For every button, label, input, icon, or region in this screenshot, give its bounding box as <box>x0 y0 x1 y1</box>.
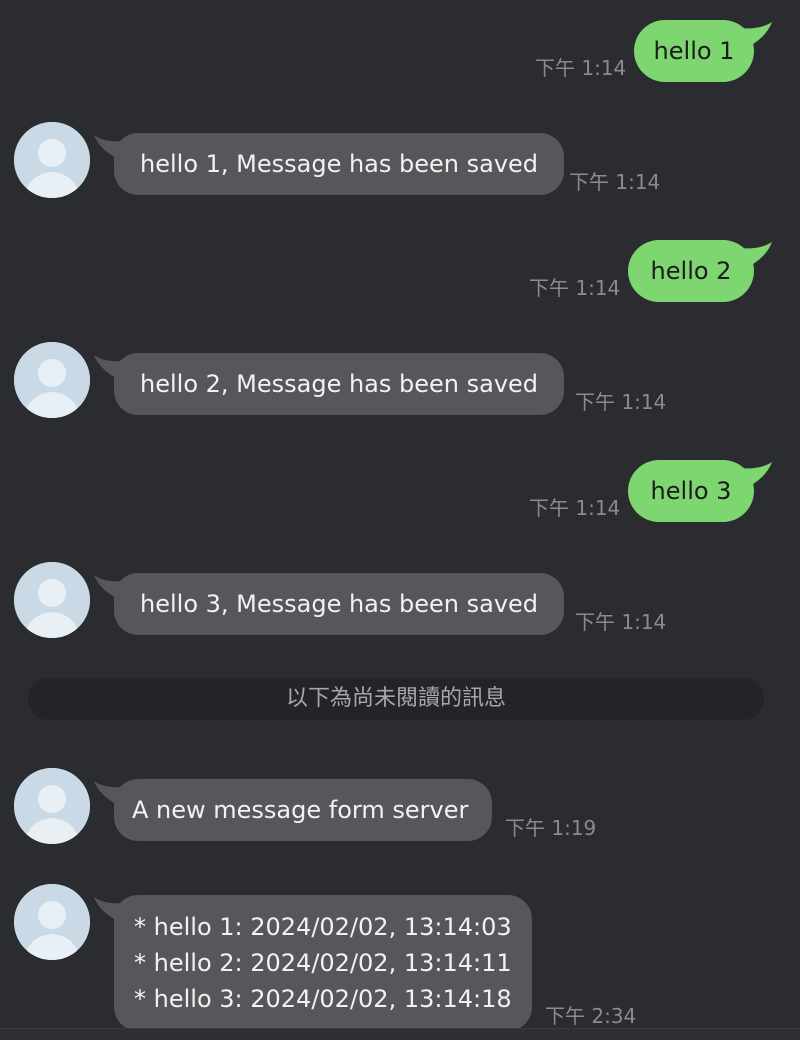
default-user-avatar-icon <box>14 122 90 198</box>
bubble-tail-icon <box>738 462 772 488</box>
message-text-line: * hello 2: 2024/02/02, 13:14:11 <box>134 949 512 977</box>
message-timestamp: 下午 1:14 <box>569 170 661 194</box>
sent-message-bubble[interactable]: hello 2 <box>628 240 772 302</box>
chat-view: 下午 1:14 hello 1 hello 1, Message has bee… <box>0 0 800 1040</box>
default-user-avatar-icon <box>14 562 90 638</box>
default-user-avatar-icon <box>14 768 90 844</box>
message-text: hello 2, Message has been saved <box>140 370 539 398</box>
message-text: hello 1 <box>653 37 735 65</box>
avatar[interactable] <box>14 122 90 198</box>
bubble-tail-icon <box>738 242 772 268</box>
sent-message-bubble[interactable]: hello 3 <box>628 460 772 522</box>
message-text: hello 3 <box>650 477 732 505</box>
received-message-bubble[interactable]: hello 2, Message has been saved <box>94 353 565 415</box>
received-message-bubble[interactable]: hello 3, Message has been saved <box>94 573 565 635</box>
bubble-tail-icon <box>94 135 130 161</box>
bubble-tail-icon <box>738 22 772 48</box>
sent-message-bubble[interactable]: hello 1 <box>634 20 772 82</box>
bubble-tail-icon <box>94 897 130 923</box>
message-timestamp: 下午 2:34 <box>545 1004 637 1028</box>
message-timestamp: 下午 1:14 <box>575 390 667 414</box>
message-text: hello 3, Message has been saved <box>140 590 539 618</box>
message-timestamp: 下午 1:14 <box>529 276 621 300</box>
message-timestamp: 下午 1:19 <box>505 816 597 840</box>
received-message-bubble[interactable]: hello 1, Message has been saved <box>94 133 565 195</box>
bubble-tail-icon <box>94 781 130 807</box>
avatar[interactable] <box>14 884 90 960</box>
message-text: A new message form server <box>132 796 469 824</box>
message-timestamp: 下午 1:14 <box>529 496 621 520</box>
avatar[interactable] <box>14 562 90 638</box>
message-text: hello 1, Message has been saved <box>140 150 539 178</box>
message-text-line: * hello 3: 2024/02/02, 13:14:18 <box>134 985 512 1013</box>
default-user-avatar-icon <box>14 342 90 418</box>
message-text: hello 2 <box>650 257 732 285</box>
bubble-tail-icon <box>94 575 130 601</box>
message-text-line: * hello 1: 2024/02/02, 13:14:03 <box>134 913 512 941</box>
unread-messages-divider: 以下為尚未閱讀的訊息 <box>28 678 764 720</box>
avatar[interactable] <box>14 342 90 418</box>
message-timestamp: 下午 1:14 <box>575 610 667 634</box>
default-user-avatar-icon <box>14 884 90 960</box>
received-message-bubble[interactable]: * hello 1: 2024/02/02, 13:14:03 * hello … <box>94 895 532 1031</box>
input-bar-edge <box>0 1028 800 1040</box>
message-timestamp: 下午 1:14 <box>535 56 627 80</box>
bubble-tail-icon <box>94 355 130 381</box>
received-message-bubble[interactable]: A new message form server <box>94 779 493 841</box>
avatar[interactable] <box>14 768 90 844</box>
